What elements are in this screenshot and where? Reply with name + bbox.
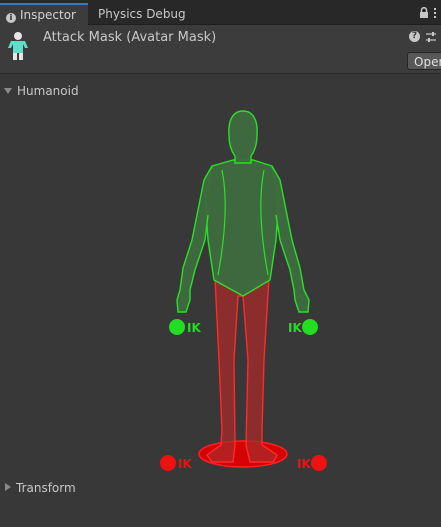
left-hand-ik-label: IK [187,321,201,335]
transform-foldout[interactable]: Transform [4,480,76,496]
right-foot-ik-label: IK [297,457,311,471]
humanoid-mask-figure: IK IK IK IK [160,110,327,471]
body-part-legs[interactable] [206,276,278,463]
right-hand-ik-toggle[interactable]: IK [288,319,318,335]
right-hand-ik-label: IK [288,321,302,335]
left-foot-ik-toggle[interactable]: IK [160,455,192,471]
body-part-head[interactable] [228,110,258,164]
left-hand-ik-toggle[interactable]: IK [169,319,201,335]
foldout-collapsed-icon [5,483,11,491]
right-foot-ik-toggle[interactable]: IK [297,455,327,471]
body-part-left-arm[interactable] [176,165,213,313]
body-part-upper-body[interactable] [204,159,280,297]
transform-label: Transform [16,481,76,495]
left-foot-ik-label: IK [178,457,192,471]
body-part-right-arm[interactable] [271,165,310,313]
